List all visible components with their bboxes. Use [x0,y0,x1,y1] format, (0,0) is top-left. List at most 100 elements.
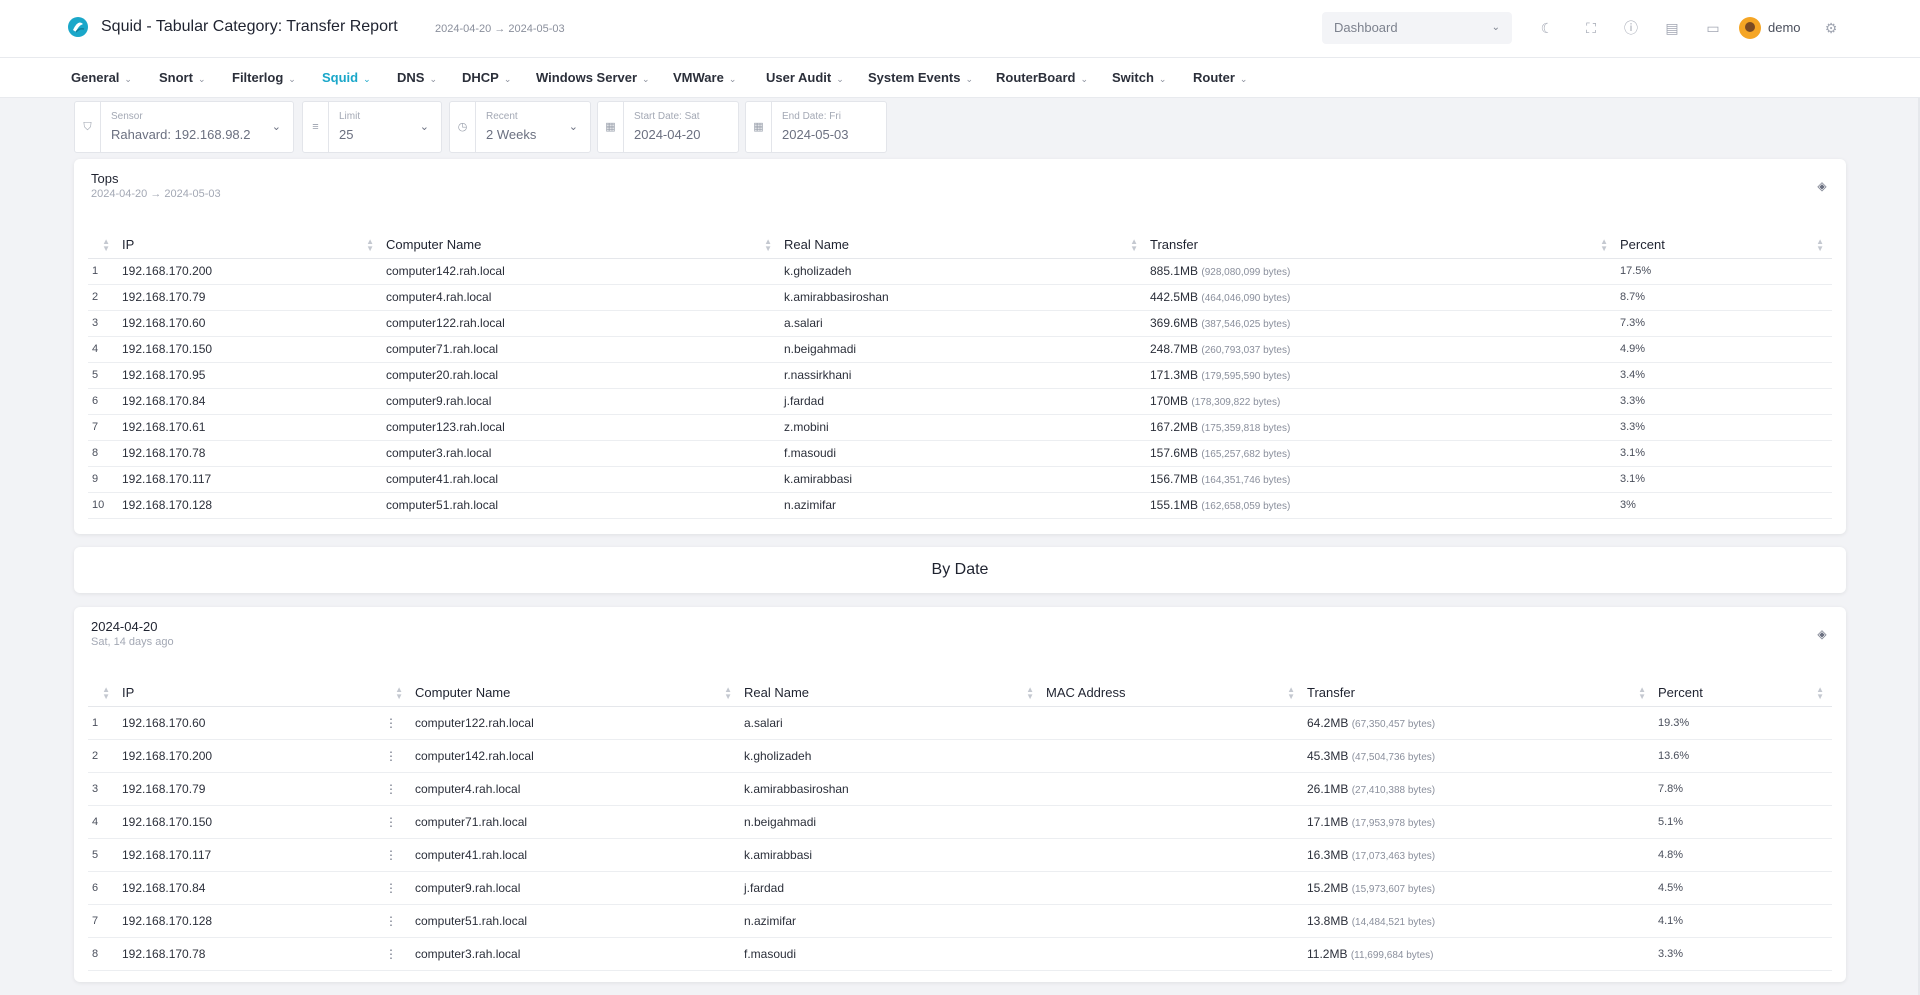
col-percent[interactable]: Percent ▲ ▼ [1654,680,1832,707]
row-index: 9 [88,466,118,493]
table-row[interactable]: 7 192.168.170.61 computer123.rah.local z.mo… [88,414,1832,441]
recent-select[interactable]: ◷ Recent 2 Weeks ⌄ [449,101,591,153]
more-vertical-icon[interactable]: ⋮ [385,782,397,796]
nav-item-snort[interactable]: Snort ⌄ [159,70,206,85]
fullscreen-icon[interactable]: ⛶ [1580,17,1602,39]
col-ip[interactable]: IP ▲ ▼ [118,232,382,259]
table-row[interactable]: 6 192.168.170.84 ⋮ computer9.rah.local j.far… [88,871,1832,905]
sensor-select[interactable]: ⛉ Sensor Rahavard: 192.168.98.2 ⌄ [74,101,294,153]
more-vertical-icon[interactable]: ⋮ [385,881,397,895]
cell-percent: 3.4% [1616,362,1832,389]
cell-percent: 4.8% [1654,838,1832,872]
nav-item-windows-server[interactable]: Windows Server ⌄ [536,70,650,85]
nav-item-general[interactable]: General ⌄ [71,70,132,85]
cell-ip[interactable]: 192.168.170.61 [118,414,382,441]
end-date-field[interactable]: ▦ End Date: Fri 2024-05-03 [745,101,887,153]
cell-computer-name: computer142.rah.local [382,258,780,285]
cell-ip[interactable]: 192.168.170.84 [118,388,382,415]
nav-item-router[interactable]: Router ⌄ [1193,70,1247,85]
more-vertical-icon[interactable]: ⋮ [385,815,397,829]
table-row[interactable]: 8 192.168.170.78 computer3.rah.local f.maso… [88,440,1832,467]
cell-ip[interactable]: 192.168.170.150 [118,336,382,363]
cell-ip[interactable]: 192.168.170.78 [118,440,382,467]
cell-ip[interactable]: 192.168.170.200 [118,258,382,285]
col-computer-name[interactable]: Computer Name ▲ ▼ [382,232,780,259]
calculator-icon[interactable]: ▤ [1661,17,1683,39]
table-row[interactable]: 3 192.168.170.79 ⋮ computer4.rah.local k.ami… [88,772,1832,806]
col-transfer[interactable]: Transfer ▲ ▼ [1146,232,1616,259]
table-row[interactable]: 9 192.168.170.117 computer41.rah.local k.am… [88,466,1832,493]
app-logo-icon[interactable] [67,16,89,38]
table-row[interactable]: 1 192.168.170.60 ⋮ computer122.rah.local a.s… [88,706,1832,740]
nav-label: Snort [159,70,193,85]
table-row[interactable]: 10 192.168.170.128 computer51.rah.local n.a… [88,492,1832,519]
transfer-value: 155.1MB [1150,498,1199,512]
col-transfer[interactable]: Transfer ▲ ▼ [1303,680,1654,707]
col-computer-name[interactable]: Computer Name ▲ ▼ [411,680,740,707]
col-index[interactable]: ▲ ▼ [88,680,118,707]
col-index[interactable]: ▲ ▼ [88,232,118,259]
nav-item-dns[interactable]: DNS ⌄ [397,70,437,85]
briefcase-icon[interactable]: ▭ [1702,17,1724,39]
col-percent[interactable]: Percent ▲ ▼ [1616,232,1832,259]
nav-item-squid[interactable]: Squid ⌄ [322,70,371,85]
cell-ip[interactable]: 192.168.170.128 [118,492,382,519]
nav-item-vmware[interactable]: VMWare ⌄ [673,70,736,85]
cell-ip[interactable]: 192.168.170.150 ⋮ [118,805,411,839]
cell-percent: 3.1% [1616,466,1832,493]
table-row[interactable]: 6 192.168.170.84 computer9.rah.local j.fard… [88,388,1832,415]
cell-ip[interactable]: 192.168.170.79 ⋮ [118,772,411,806]
dashboard-select[interactable]: Dashboard ⌄ [1322,12,1512,44]
cell-ip[interactable]: 192.168.170.200 ⋮ [118,739,411,773]
table-row[interactable]: 1 192.168.170.200 computer142.rah.local k.g… [88,258,1832,285]
nav-item-switch[interactable]: Switch ⌄ [1112,70,1166,85]
col-real-name[interactable]: Real Name ▲ ▼ [780,232,1146,259]
info-icon[interactable]: ⓘ [1620,17,1642,39]
cell-ip[interactable]: 192.168.170.95 [118,362,382,389]
table-row[interactable]: 8 192.168.170.78 ⋮ computer3.rah.local f.mas… [88,937,1832,971]
table-row[interactable]: 2 192.168.170.79 computer4.rah.local k.amir… [88,284,1832,311]
start-date-field[interactable]: ▦ Start Date: Sat 2024-04-20 [597,101,739,153]
cell-ip[interactable]: 192.168.170.117 ⋮ [118,838,411,872]
row-index: 7 [88,904,118,938]
cell-ip[interactable]: 192.168.170.79 [118,284,382,311]
table-row[interactable]: 4 192.168.170.150 ⋮ computer71.rah.local n.b… [88,805,1832,839]
cell-ip[interactable]: 192.168.170.117 [118,466,382,493]
col-mac-address[interactable]: MAC Address ▲ ▼ [1042,680,1303,707]
limit-select[interactable]: ≡ Limit 25 ⌄ [302,101,442,153]
nav-item-routerboard[interactable]: RouterBoard ⌄ [996,70,1088,85]
cell-ip[interactable]: 192.168.170.78 ⋮ [118,937,411,971]
more-vertical-icon[interactable]: ⋮ [385,716,397,730]
moon-icon[interactable]: ☾ [1536,17,1558,39]
cell-ip[interactable]: 192.168.170.128 ⋮ [118,904,411,938]
day-table: ▲ ▼ IP ▲ ▼ Computer Name ▲ ▼ Real Name ▲ ▼ MAC … [88,680,1832,971]
tops-header-row: ▲ ▼ IP ▲ ▼ Computer Name ▲ ▼ Real Name ▲ ▼ Tran… [88,232,1832,259]
table-row[interactable]: 2 192.168.170.200 ⋮ computer142.rah.local k.… [88,739,1832,773]
user-name[interactable]: demo [1768,20,1801,35]
table-row[interactable]: 5 192.168.170.117 ⋮ computer41.rah.local k.a… [88,838,1832,872]
more-vertical-icon[interactable]: ⋮ [385,914,397,928]
cell-ip[interactable]: 192.168.170.84 ⋮ [118,871,411,905]
table-row[interactable]: 3 192.168.170.60 computer122.rah.local a.sa… [88,310,1832,337]
col-real-name[interactable]: Real Name ▲ ▼ [740,680,1042,707]
more-vertical-icon[interactable]: ⋮ [385,749,397,763]
layers-icon[interactable]: ◈ [1815,627,1829,641]
nav-item-user-audit[interactable]: User Audit ⌄ [766,70,844,85]
layers-icon[interactable]: ◈ [1815,179,1829,193]
table-row[interactable]: 4 192.168.170.150 computer71.rah.local n.be… [88,336,1832,363]
cell-computer-name: computer9.rah.local [382,388,780,415]
table-row[interactable]: 5 192.168.170.95 computer20.rah.local r.nas… [88,362,1832,389]
cell-ip[interactable]: 192.168.170.60 [118,310,382,337]
nav-item-filterlog[interactable]: Filterlog ⌄ [232,70,296,85]
nav-item-dhcp[interactable]: DHCP ⌄ [462,70,511,85]
nav-item-system-events[interactable]: System Events ⌄ [868,70,973,85]
more-vertical-icon[interactable]: ⋮ [385,947,397,961]
table-row[interactable]: 7 192.168.170.128 ⋮ computer51.rah.local n.a… [88,904,1832,938]
avatar[interactable] [1739,17,1761,39]
cell-transfer: 45.3MB (47,504,736 bytes) [1303,739,1654,773]
gear-icon[interactable]: ⚙ [1820,17,1842,39]
col-ip[interactable]: IP ▲ ▼ [118,680,411,707]
cell-ip[interactable]: 192.168.170.60 ⋮ [118,706,411,740]
chevron-down-icon: ⌄ [568,121,578,133]
more-vertical-icon[interactable]: ⋮ [385,848,397,862]
